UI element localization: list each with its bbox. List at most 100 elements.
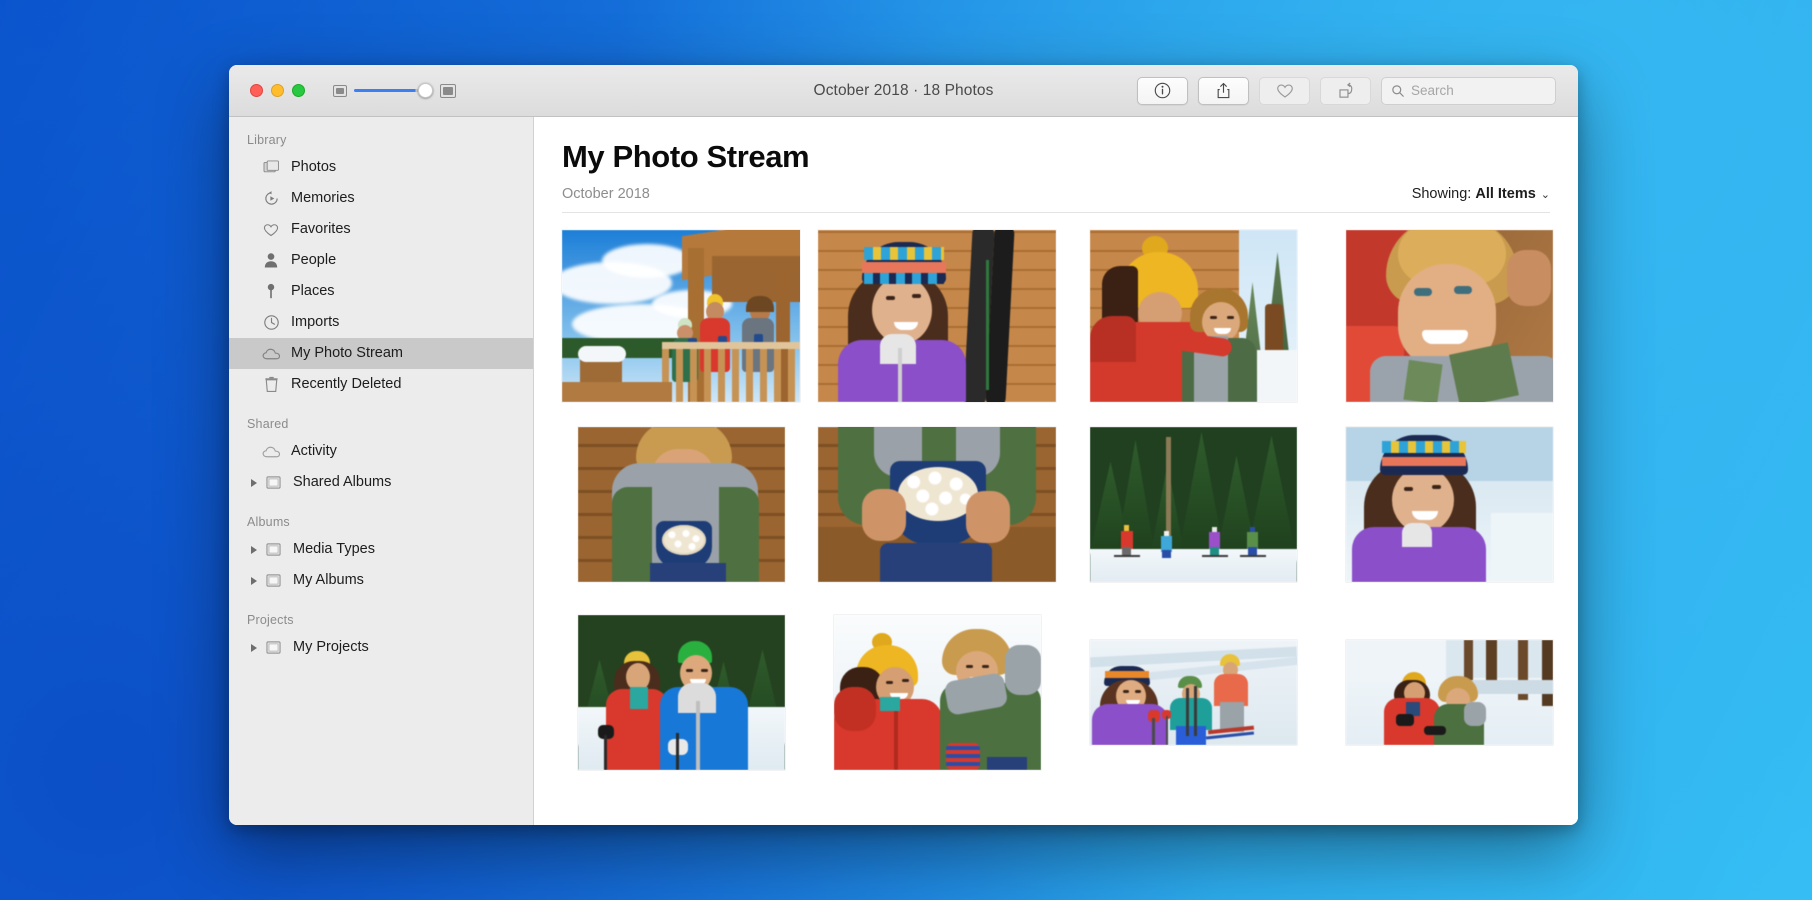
sidebar-item-label: People: [291, 253, 336, 268]
traffic-lights: [250, 84, 305, 97]
search-icon: [1391, 84, 1405, 98]
share-arrow-up-icon: [1214, 81, 1233, 100]
photo-cell[interactable]: [1330, 418, 1568, 590]
minimize-button[interactable]: [271, 84, 284, 97]
window-body: Library Photos: [229, 117, 1578, 825]
sidebar-item-label: Memories: [291, 191, 355, 206]
photo-thumbnail[interactable]: [1346, 640, 1553, 745]
photo-thumbnail[interactable]: [818, 427, 1056, 582]
album-folder-icon: [262, 640, 284, 655]
close-button[interactable]: [250, 84, 263, 97]
photo-thumbnail[interactable]: [818, 230, 1056, 402]
photo-cell[interactable]: [1074, 230, 1312, 402]
sidebar-item-shared-albums[interactable]: Shared Albums: [229, 467, 533, 498]
info-circle-icon: [1153, 81, 1172, 100]
sidebar-item-label: My Projects: [293, 640, 369, 655]
showing-filter[interactable]: Showing: All Items ⌄: [1412, 186, 1550, 202]
clock-icon: [260, 314, 282, 331]
sidebar-item-label: Recently Deleted: [291, 377, 401, 392]
sidebar-item-activity[interactable]: Activity: [229, 436, 533, 467]
content-date-label: October 2018: [562, 186, 650, 202]
showing-value: All Items: [1475, 186, 1535, 202]
photo-cell[interactable]: [1074, 418, 1312, 590]
sidebar-section-shared-header: Shared: [229, 400, 533, 436]
photo-cell[interactable]: [562, 230, 800, 402]
sidebar-item-imports[interactable]: Imports: [229, 307, 533, 338]
sidebar-section-projects-header: Projects: [229, 596, 533, 632]
zoom-slider[interactable]: [354, 83, 433, 99]
search-field[interactable]: [1381, 77, 1556, 105]
photo-cell[interactable]: [1330, 606, 1568, 778]
share-button[interactable]: [1198, 77, 1249, 105]
sidebar-item-label: Shared Albums: [293, 475, 391, 490]
sidebar-item-label: Favorites: [291, 222, 351, 237]
disclosure-triangle-icon[interactable]: [247, 644, 260, 652]
photo-thumbnail[interactable]: [1090, 427, 1297, 582]
photo-cell[interactable]: [818, 606, 1056, 778]
sidebar-item-media-types[interactable]: Media Types: [229, 534, 533, 565]
chevron-down-icon[interactable]: ⌄: [1541, 188, 1550, 201]
sidebar-item-my-projects[interactable]: My Projects: [229, 632, 533, 663]
search-input[interactable]: [1411, 83, 1541, 98]
sidebar-item-places[interactable]: Places: [229, 276, 533, 307]
window-titlebar: October 2018 · 18 Photos: [229, 65, 1578, 117]
sidebar-item-favorites[interactable]: Favorites: [229, 214, 533, 245]
favorite-button[interactable]: [1259, 77, 1310, 105]
photo-cell[interactable]: [818, 230, 1056, 402]
sidebar-section-albums-header: Albums: [229, 498, 533, 534]
info-button[interactable]: [1137, 77, 1188, 105]
photo-cell[interactable]: [818, 418, 1056, 590]
large-thumbnail-icon: [440, 84, 456, 98]
zoom-slider-knob[interactable]: [418, 83, 433, 98]
photo-thumbnail[interactable]: [1346, 427, 1553, 582]
photo-thumbnail[interactable]: [1346, 230, 1553, 402]
photo-thumbnail[interactable]: [1090, 230, 1297, 402]
sidebar-item-my-albums[interactable]: My Albums: [229, 565, 533, 596]
photo-cell[interactable]: [562, 606, 800, 778]
sidebar-item-my-photo-stream[interactable]: My Photo Stream: [229, 338, 533, 369]
disclosure-triangle-icon[interactable]: [247, 546, 260, 554]
rotate-button[interactable]: [1320, 77, 1371, 105]
disclosure-triangle-icon[interactable]: [247, 479, 260, 487]
page-title: My Photo Stream: [562, 139, 1550, 175]
album-folder-icon: [262, 475, 284, 490]
sidebar-item-label: My Albums: [293, 573, 364, 588]
thumbnail-size-slider-group[interactable]: [333, 83, 456, 99]
photos-app-window: October 2018 · 18 Photos: [229, 65, 1578, 825]
small-thumbnail-icon: [333, 85, 347, 97]
sidebar-item-photos[interactable]: Photos: [229, 152, 533, 183]
sidebar-item-recently-deleted[interactable]: Recently Deleted: [229, 369, 533, 400]
sidebar-item-label: Photos: [291, 160, 336, 175]
photo-thumbnail[interactable]: [562, 230, 800, 402]
photo-cell[interactable]: [562, 418, 800, 590]
photo-cell[interactable]: [1074, 606, 1312, 778]
sidebar-item-label: Activity: [291, 444, 337, 459]
heart-icon: [1275, 81, 1295, 101]
sidebar-item-label: My Photo Stream: [291, 346, 403, 361]
photo-thumbnail[interactable]: [1090, 640, 1297, 745]
showing-label: Showing:: [1412, 186, 1472, 202]
toolbar-actions: [1137, 77, 1556, 105]
album-folder-icon: [262, 573, 284, 588]
photo-thumbnail[interactable]: [578, 427, 785, 582]
cloud-icon: [260, 347, 282, 361]
album-folder-icon: [262, 542, 284, 557]
content-area: My Photo Stream October 2018 Showing: Al…: [534, 117, 1578, 825]
sidebar: Library Photos: [229, 117, 534, 825]
photo-thumbnail[interactable]: [834, 615, 1041, 770]
trash-icon: [260, 376, 282, 393]
sidebar-item-label: Imports: [291, 315, 339, 330]
sidebar-item-memories[interactable]: Memories: [229, 183, 533, 214]
cloud-icon: [260, 445, 282, 459]
person-icon: [260, 252, 282, 269]
disclosure-triangle-icon[interactable]: [247, 577, 260, 585]
sidebar-item-label: Places: [291, 284, 335, 299]
desktop-background: October 2018 · 18 Photos: [0, 0, 1812, 900]
photo-grid: [562, 230, 1550, 778]
photo-cell[interactable]: [1330, 230, 1568, 402]
rotate-counterclockwise-icon: [1336, 81, 1355, 100]
photo-thumbnail[interactable]: [578, 615, 785, 770]
sidebar-item-people[interactable]: People: [229, 245, 533, 276]
sidebar-item-label: Media Types: [293, 542, 375, 557]
maximize-button[interactable]: [292, 84, 305, 97]
